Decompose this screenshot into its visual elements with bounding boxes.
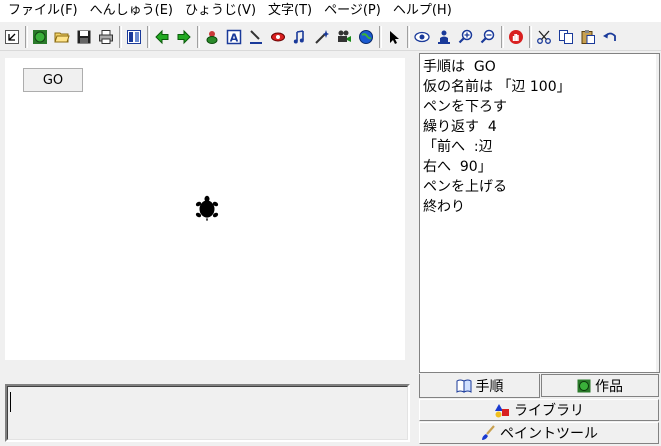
- program-line[interactable]: 繰り返す 4: [423, 117, 656, 137]
- toolbar-separator: [147, 25, 150, 48]
- toolbar-separator: [25, 25, 28, 48]
- copy-icon[interactable]: [556, 26, 576, 48]
- undo-icon[interactable]: [600, 26, 620, 48]
- zoom-in-icon[interactable]: [456, 26, 476, 48]
- menu-help[interactable]: ヘルプ(H): [387, 0, 458, 22]
- command-input[interactable]: [5, 384, 410, 442]
- menu-page[interactable]: ページ(P): [318, 0, 387, 22]
- program-line[interactable]: 「前へ :辺: [423, 137, 656, 157]
- scrollbar[interactable]: [656, 54, 659, 372]
- page-layout-icon[interactable]: [124, 26, 144, 48]
- text-caret: [10, 392, 11, 412]
- save-icon[interactable]: [74, 26, 94, 48]
- works-globe-icon: [577, 379, 591, 393]
- eye-icon[interactable]: [412, 26, 432, 48]
- program-line[interactable]: ペンを下ろす: [423, 97, 656, 117]
- toolbar-separator: [501, 25, 504, 48]
- toolbar: A: [0, 23, 661, 51]
- library-button[interactable]: ライブラリ: [419, 399, 659, 421]
- program-line[interactable]: 終わり: [423, 197, 656, 217]
- paste-icon[interactable]: [578, 26, 598, 48]
- text-box-icon[interactable]: A: [224, 26, 244, 48]
- library-button-label: ライブラリ: [514, 403, 584, 419]
- reset-icon[interactable]: [2, 26, 22, 48]
- svg-text:A: A: [230, 31, 239, 44]
- go-button[interactable]: GO: [23, 68, 83, 92]
- paintbrush-icon: [480, 425, 496, 441]
- zoom-out-icon[interactable]: [478, 26, 498, 48]
- toolbar-separator: [119, 25, 122, 48]
- pointer-icon[interactable]: [384, 26, 404, 48]
- arrow-right-icon[interactable]: [174, 26, 194, 48]
- program-line[interactable]: 手順は GO: [423, 57, 656, 77]
- movie-camera-icon[interactable]: [334, 26, 354, 48]
- new-work-icon[interactable]: [30, 26, 50, 48]
- menu-view[interactable]: ひょうじ(V): [179, 0, 262, 22]
- tab-procedures-label: 手順: [475, 378, 504, 395]
- open-folder-icon[interactable]: [52, 26, 72, 48]
- arrow-left-icon[interactable]: [152, 26, 172, 48]
- program-line[interactable]: 右へ 90」: [423, 157, 656, 177]
- toolbar-separator: [379, 25, 382, 48]
- shapes-icon: [494, 403, 510, 418]
- menu-bar: ファイル(F) へんしゅう(E) ひょうじ(V) 文字(T) ページ(P) ヘル…: [0, 0, 661, 22]
- program-line[interactable]: 仮の名前は 「辺 100」: [423, 77, 656, 97]
- magic-wand-icon[interactable]: [312, 26, 332, 48]
- shape-icon[interactable]: [268, 26, 288, 48]
- program-text-panel[interactable]: 手順は GO 仮の名前は 「辺 100」 ペンを下ろす 繰り返す 4 「前へ :…: [419, 53, 660, 373]
- toolbar-separator: [197, 25, 200, 48]
- canvas-area: GO: [0, 53, 417, 371]
- person-icon[interactable]: [434, 26, 454, 48]
- pen-stamp-icon[interactable]: [246, 26, 266, 48]
- program-line[interactable]: ペンを上げる: [423, 177, 656, 197]
- tab-bar: 手順 作品: [419, 374, 661, 398]
- paint-tool-button[interactable]: ペイントツール: [419, 422, 659, 444]
- tab-works-label: 作品: [595, 378, 623, 395]
- menu-file[interactable]: ファイル(F): [2, 0, 84, 22]
- drawing-canvas[interactable]: GO: [5, 58, 405, 360]
- tab-works[interactable]: 作品: [541, 374, 659, 397]
- program-lines: 手順は GO 仮の名前は 「辺 100」 ペンを下ろす 繰り返す 4 「前へ :…: [420, 54, 659, 220]
- book-icon: [456, 379, 472, 393]
- paint-tool-button-label: ペイントツール: [500, 426, 598, 442]
- stop-hand-icon[interactable]: [506, 26, 526, 48]
- globe-icon[interactable]: [356, 26, 376, 48]
- turtle-icon[interactable]: [195, 195, 219, 221]
- menu-text[interactable]: 文字(T): [262, 0, 318, 22]
- menu-edit[interactable]: へんしゅう(E): [84, 0, 179, 22]
- scissors-icon[interactable]: [534, 26, 554, 48]
- toolbar-separator: [407, 25, 410, 48]
- tab-procedures[interactable]: 手順: [419, 374, 540, 398]
- music-note-icon[interactable]: [290, 26, 310, 48]
- toolbar-separator: [529, 25, 532, 48]
- turtle-tool-icon[interactable]: [202, 26, 222, 48]
- print-icon[interactable]: [96, 26, 116, 48]
